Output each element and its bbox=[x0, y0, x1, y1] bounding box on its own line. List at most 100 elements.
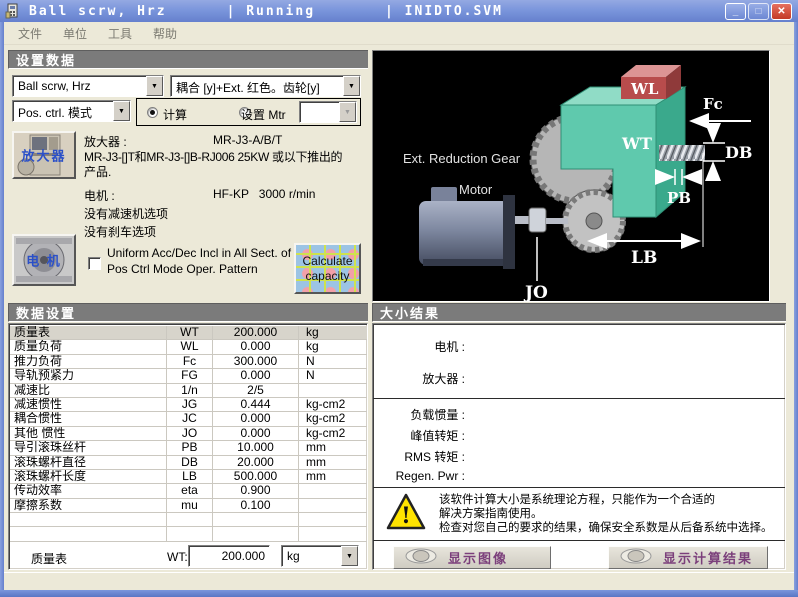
table-row[interactable]: 导引滚珠丝杆 PB 10.000 mm bbox=[10, 441, 367, 456]
titlebar: Ball scrw, Hrz | Running | INIDTO.SVM _ … bbox=[0, 0, 798, 22]
result-header-label: 大小结果 bbox=[380, 306, 441, 321]
table-row[interactable]: 减速惯性 JG 0.444 kg-cm2 bbox=[10, 397, 367, 413]
amplifier-button[interactable]: 放大器 bbox=[12, 131, 76, 179]
table-row[interactable]: 耦合惯性 JC 0.000 kg-cm2 bbox=[10, 412, 367, 427]
chevron-down-icon[interactable]: ▼ bbox=[113, 101, 130, 121]
row-symbol: PB bbox=[166, 441, 212, 455]
row-unit: kg bbox=[298, 340, 367, 354]
row-unit bbox=[298, 527, 367, 541]
table-row[interactable]: 滚珠螺杆长度 LB 500.000 mm bbox=[10, 469, 367, 485]
row-value: 300.000 bbox=[212, 354, 298, 369]
status-bar bbox=[4, 572, 794, 590]
table-row[interactable]: 摩擦系数 mu 0.100 bbox=[10, 498, 367, 514]
control-mode-select[interactable]: Pos. ctrl. 模式 ▼ bbox=[12, 100, 131, 122]
table-row[interactable] bbox=[10, 513, 367, 528]
row-symbol: FG bbox=[166, 369, 212, 383]
show-image-button-label: 显示图像 bbox=[448, 551, 509, 566]
table-row[interactable]: 传动效率 eta 0.900 bbox=[10, 484, 367, 499]
mechanism-select[interactable]: Ball scrw, Hrz ▼ bbox=[12, 75, 164, 97]
minimize-button[interactable]: _ bbox=[725, 3, 746, 20]
window-border-right bbox=[794, 22, 798, 590]
row-value: 0.900 bbox=[212, 484, 298, 498]
row-unit bbox=[298, 383, 367, 397]
diagram-label-wt: WT bbox=[621, 134, 652, 153]
table-row[interactable]: 质量负荷 WL 0.000 kg bbox=[10, 340, 367, 355]
row-unit: kg-cm2 bbox=[298, 412, 367, 426]
row-unit bbox=[298, 498, 367, 513]
row-name: 减速惯性 bbox=[14, 397, 63, 411]
edit-row-symbol: WT: bbox=[167, 550, 188, 564]
row-name: 减速比 bbox=[14, 383, 51, 397]
amplifier-button-label: 放大器 bbox=[21, 148, 67, 164]
row-name: 传动效率 bbox=[14, 484, 63, 498]
edit-unit-select[interactable]: kg ▼ bbox=[281, 545, 359, 567]
row-name: 摩擦系数 bbox=[14, 498, 63, 512]
table-row[interactable]: 推力负荷 Fc 300.000 N bbox=[10, 354, 367, 370]
row-name bbox=[10, 527, 166, 540]
data-header-label: 数据设置 bbox=[16, 306, 77, 321]
row-value bbox=[212, 527, 298, 541]
menu-item[interactable]: 帮助 bbox=[145, 23, 185, 44]
result-motor-label: 电机 : bbox=[434, 340, 465, 354]
row-symbol: JG bbox=[166, 397, 212, 412]
calculate-capacity-button[interactable]: Calculate capacity bbox=[294, 243, 361, 294]
edit-value-input[interactable] bbox=[188, 545, 270, 567]
diagram-label-db: DB bbox=[725, 143, 752, 162]
diagram-label-fc: Fc bbox=[703, 95, 723, 113]
row-unit: mm bbox=[298, 441, 367, 455]
row-unit: mm bbox=[298, 469, 367, 484]
maximize-button[interactable]: □ bbox=[748, 3, 769, 20]
calc-button-line2: capacity bbox=[305, 268, 350, 283]
chevron-down-icon[interactable]: ▼ bbox=[146, 76, 163, 96]
row-unit bbox=[298, 513, 367, 527]
result-divider-3 bbox=[373, 540, 785, 541]
result-divider-2 bbox=[373, 487, 785, 488]
table-row[interactable]: 导轨预紧力 FG 0.000 N bbox=[10, 369, 367, 384]
result-section-header: 大小结果 bbox=[372, 303, 786, 322]
row-name: 导轨预紧力 bbox=[14, 369, 75, 383]
row-value: 200.000 bbox=[212, 326, 298, 340]
menu-item[interactable]: 单位 bbox=[55, 23, 95, 44]
menu-item[interactable]: 文件 bbox=[10, 23, 50, 44]
row-value bbox=[212, 513, 298, 527]
row-symbol bbox=[166, 527, 212, 541]
table-row[interactable]: 滚珠螺杆直径 DB 20.000 mm bbox=[10, 455, 367, 470]
motor-select-disabled: ▼ bbox=[299, 101, 357, 123]
amplifier-desc-line2: 产品. bbox=[84, 165, 112, 179]
row-symbol: mu bbox=[166, 498, 212, 513]
table-row[interactable]: 质量表 WT 200.000 kg bbox=[10, 326, 367, 341]
diagram-label-wl: WL bbox=[630, 80, 659, 98]
table-row[interactable] bbox=[10, 527, 367, 542]
result-panel: 电机 : 放大器 : 负载惯量 : 峰值转矩 : RMS 转矩 : Regen.… bbox=[372, 323, 786, 570]
show-calc-result-button[interactable]: 显示计算结果 bbox=[608, 546, 768, 569]
motor-note-gear: 没有减速机选项 bbox=[84, 207, 169, 221]
chevron-down-icon[interactable]: ▼ bbox=[341, 546, 358, 566]
row-value: 0.000 bbox=[212, 412, 298, 426]
row-value: 0.000 bbox=[212, 369, 298, 383]
table-row[interactable]: 减速比 1/n 2/5 bbox=[10, 383, 367, 398]
uniform-accdec-checkbox[interactable] bbox=[88, 257, 101, 270]
row-value: 10.000 bbox=[212, 441, 298, 455]
row-name: 导引滚珠丝杆 bbox=[14, 441, 87, 455]
row-value: 20.000 bbox=[212, 455, 298, 469]
show-image-button[interactable]: 显示图像 bbox=[393, 546, 551, 569]
data-section-header: 数据设置 bbox=[8, 303, 368, 322]
edit-unit-value: kg bbox=[287, 549, 300, 563]
coupling-select[interactable]: 耦合 [y]+Ext. 红色。齿轮[y] ▼ bbox=[170, 75, 361, 97]
radio-calculate[interactable] bbox=[147, 107, 158, 118]
chevron-down-icon[interactable]: ▼ bbox=[343, 76, 360, 96]
menubar: 文件 单位 工具 帮助 bbox=[4, 22, 794, 45]
table-row[interactable]: 其他 惯性 JO 0.000 kg-cm2 bbox=[10, 426, 367, 442]
amplifier-desc-line1: MR-J3-[]T和MR-J3-[]B-RJ006 25KW 或以下推出的 bbox=[84, 150, 343, 164]
motor-select-value bbox=[300, 102, 339, 122]
motor-note-brake: 没有刹车选项 bbox=[84, 225, 157, 239]
motor-value: HF-KP 3000 r/min bbox=[213, 187, 316, 201]
row-name: 滚珠螺杆直径 bbox=[14, 455, 87, 469]
radio-set-motor-label: 设置 Mtr bbox=[241, 108, 286, 122]
motor-button-label: 电 机 bbox=[26, 253, 62, 269]
menu-item[interactable]: 工具 bbox=[100, 23, 140, 44]
motor-button[interactable]: 电 机 bbox=[12, 234, 76, 286]
calc-button-line1: Calculate bbox=[302, 253, 353, 268]
close-button[interactable]: ✕ bbox=[771, 3, 792, 20]
row-name: 质量表 bbox=[14, 326, 51, 339]
